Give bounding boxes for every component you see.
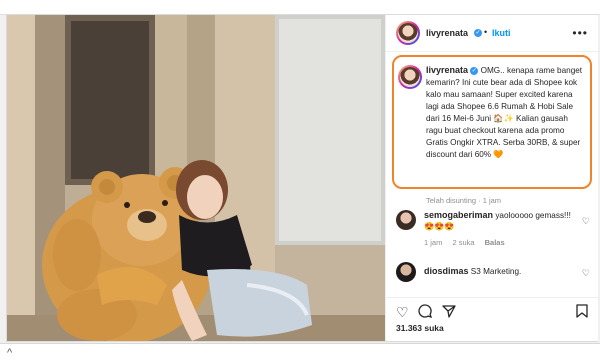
post-caption: livyrenata ✓ OMG.. kenapa rame banget ke… [426, 64, 586, 161]
avatar[interactable] [396, 262, 416, 282]
avatar[interactable] [396, 21, 420, 45]
photo-illustration [7, 15, 385, 341]
post-side-panel: livyrenata ✓ • Ikuti ••• livyrenata ✓ OM… [385, 15, 598, 341]
like-count[interactable]: 31.363 suka [396, 323, 444, 333]
more-options-icon[interactable]: ••• [572, 26, 588, 40]
send-icon[interactable] [442, 304, 456, 321]
comment-meta: 1 jam 2 suka Balas [424, 238, 505, 247]
post-username[interactable]: livyrenata [426, 28, 468, 38]
caption-text: OMG.. kenapa rame banget kemarin? Ini cu… [426, 66, 583, 159]
verified-badge-icon: ✓ [470, 66, 479, 75]
caption-username[interactable]: livyrenata [426, 65, 468, 75]
comment-text: S3 Marketing. [470, 267, 522, 276]
comment-like-icon[interactable]: ♡ [582, 268, 590, 279]
instagram-post: livyrenata ✓ • Ikuti ••• livyrenata ✓ OM… [6, 14, 598, 342]
chevron-up-icon[interactable]: ^ [7, 347, 12, 359]
browser-bottom-bar: ^ [0, 343, 600, 364]
caption-avatar[interactable] [398, 65, 422, 89]
comment-icon[interactable] [418, 304, 433, 321]
comment-time: 1 jam [424, 238, 443, 247]
verified-badge-icon: ✓ [474, 29, 482, 37]
avatar[interactable] [396, 210, 416, 230]
follow-button[interactable]: Ikuti [492, 28, 511, 38]
comment-body: semogaberiman yaolooooo gemass!!! 😍😍😍 [424, 210, 574, 232]
separator-dot: • [484, 27, 488, 37]
comment-body: diosdimas S3 Marketing. [424, 266, 574, 277]
reply-button[interactable]: Balas [485, 238, 505, 247]
heart-icon[interactable]: ♡ [396, 304, 409, 321]
bookmark-icon[interactable] [576, 304, 588, 321]
post-header: livyrenata ✓ • Ikuti ••• [386, 15, 598, 52]
action-bar: ♡ [386, 297, 598, 320]
edited-timestamp: Telah disunting · 1 jam [426, 196, 502, 205]
comment-likes[interactable]: 2 suka [452, 238, 474, 247]
comment-username[interactable]: semogaberiman [424, 210, 493, 220]
comment-username[interactable]: diosdimas [424, 266, 469, 276]
post-photo[interactable] [7, 15, 385, 341]
comment-like-icon[interactable]: ♡ [582, 216, 590, 227]
browser-top-bar [0, 0, 600, 15]
